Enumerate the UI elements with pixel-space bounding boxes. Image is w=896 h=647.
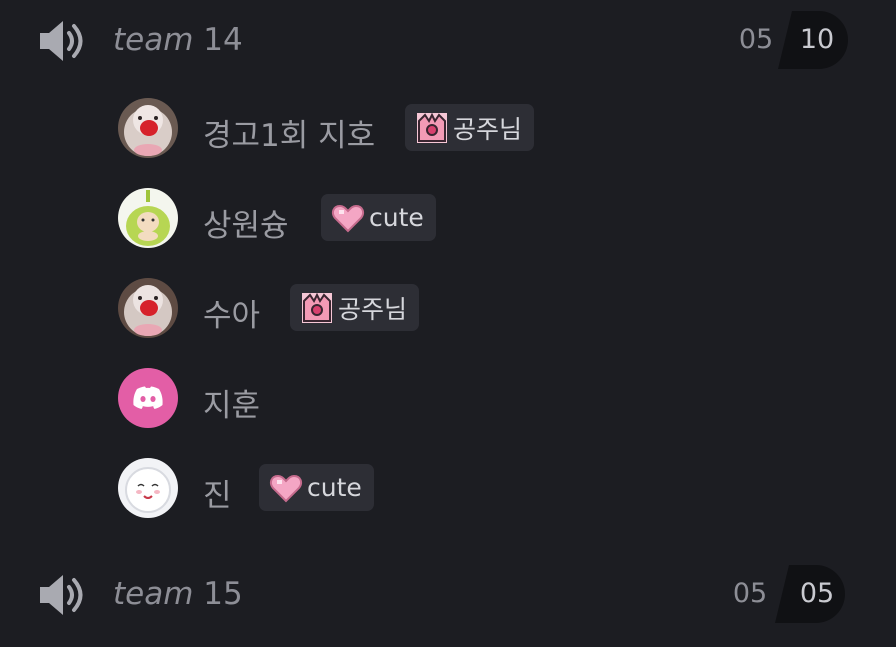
voice-member[interactable]: 상원슝 cute: [118, 188, 818, 250]
discord-default-avatar: [118, 368, 178, 428]
user-count: 05 05: [720, 565, 848, 623]
member-name: 경고1회 지호: [203, 118, 376, 154]
voice-member[interactable]: 진 cute: [118, 458, 818, 520]
user-count: 05 10: [726, 11, 848, 69]
avatar: [118, 188, 178, 248]
role-badge-label: cute: [369, 203, 424, 232]
member-name: 지훈: [203, 388, 261, 424]
discord-logo-icon: [133, 386, 163, 409]
voice-member[interactable]: 경고1회 지호 공주님: [118, 98, 818, 160]
users-connected: 05: [732, 578, 768, 609]
users-connected: 05: [738, 24, 774, 55]
member-name: 수아: [203, 298, 261, 334]
role-badge-label: 공주님: [453, 114, 523, 144]
channel-name: team 15: [113, 576, 243, 612]
role-badge: 공주님: [290, 284, 420, 331]
speaker-icon: [40, 575, 83, 615]
channel-name-word: team: [113, 576, 194, 612]
crown-icon: [417, 112, 447, 143]
voice-member[interactable]: 수아 공주님: [118, 278, 818, 340]
speaker-icon: [40, 21, 83, 61]
voice-channel-team-15[interactable]: team 15 05 05: [0, 562, 896, 623]
channel-name-word: team: [113, 22, 194, 58]
avatar: [118, 458, 178, 518]
user-limit: 05: [799, 578, 835, 609]
member-name: 상원슝: [203, 208, 289, 244]
role-badge: cute: [321, 194, 436, 241]
voice-member[interactable]: 지훈: [118, 368, 818, 430]
voice-channel-team-14[interactable]: team 14 05 10: [0, 8, 896, 69]
channel-name-number: 14: [203, 22, 243, 58]
channel-name-number: 15: [203, 576, 243, 612]
role-badge-label: 공주님: [338, 294, 408, 324]
role-badge: 공주님: [405, 104, 535, 151]
member-name: 진: [203, 478, 232, 514]
crown-icon: [302, 292, 332, 323]
heart-icon: [269, 474, 303, 502]
role-badge: cute: [259, 464, 374, 511]
user-limit: 10: [799, 24, 835, 55]
role-badge-label: cute: [307, 473, 362, 502]
channel-name: team 14: [113, 22, 243, 58]
avatar: [118, 98, 178, 158]
avatar: [118, 278, 178, 338]
heart-icon: [331, 204, 365, 232]
